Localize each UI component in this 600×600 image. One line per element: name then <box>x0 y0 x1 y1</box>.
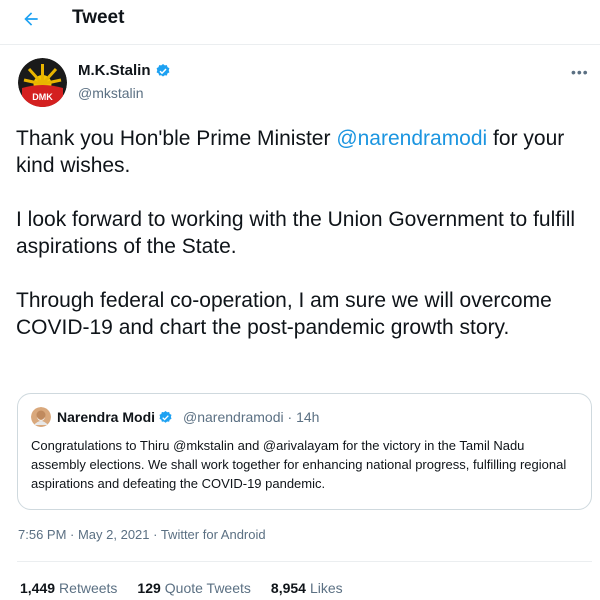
retweets-stat[interactable]: 1,449 Retweets <box>20 580 117 596</box>
tweet-paragraph: Thank you Hon'ble Prime Minister @narend… <box>16 127 565 177</box>
quoted-tweet[interactable]: Narendra Modi @narendramodi · 14h Congra… <box>17 393 592 510</box>
mention-link[interactable]: @narendramodi <box>336 127 487 150</box>
author-name-text: M.K.Stalin <box>78 62 151 79</box>
engagement-stats: 1,449 Retweets 129 Quote Tweets 8,954 Likes <box>20 580 343 596</box>
quote-tweets-stat[interactable]: 129 Quote Tweets <box>137 580 251 596</box>
quoted-tweet-header: Narendra Modi @narendramodi · 14h <box>31 406 578 428</box>
quoted-author-name[interactable]: Narendra Modi <box>57 409 173 425</box>
author-avatar[interactable]: DMK <box>18 58 67 107</box>
verified-badge-icon <box>156 63 169 77</box>
more-options-icon[interactable]: ••• <box>571 64 589 80</box>
quoted-tweet-time: 14h <box>296 409 320 425</box>
tweet-header: Tweet <box>0 0 600 38</box>
quoted-author-handle: @narendramodi <box>183 409 284 425</box>
quoted-author-meta: @narendramodi · 14h <box>183 409 320 425</box>
stats-divider <box>17 561 592 562</box>
likes-stat[interactable]: 8,954 Likes <box>271 580 343 596</box>
avatar-logo-text: DMK <box>32 92 53 102</box>
tweet-timestamp[interactable]: 7:56 PM · May 2, 2021 · Twitter for Andr… <box>18 527 266 542</box>
quoted-author-avatar[interactable] <box>31 407 51 427</box>
back-button[interactable] <box>18 6 44 32</box>
tweet-body: Thank you Hon'ble Prime Minister @narend… <box>16 125 591 368</box>
page-title: Tweet <box>72 7 125 28</box>
tweet-paragraph: Through federal co-operation, I am sure … <box>16 289 552 339</box>
quoted-tweet-text: Congratulations to Thiru @mkstalin and @… <box>31 438 567 491</box>
author-name[interactable]: M.K.Stalin <box>78 62 171 79</box>
author-handle[interactable]: @mkstalin <box>78 85 144 101</box>
arrow-left-icon <box>24 12 38 26</box>
verified-badge-icon <box>159 410 172 423</box>
header-divider <box>0 44 600 45</box>
tweet-paragraph: I look forward to working with the Union… <box>16 208 576 258</box>
